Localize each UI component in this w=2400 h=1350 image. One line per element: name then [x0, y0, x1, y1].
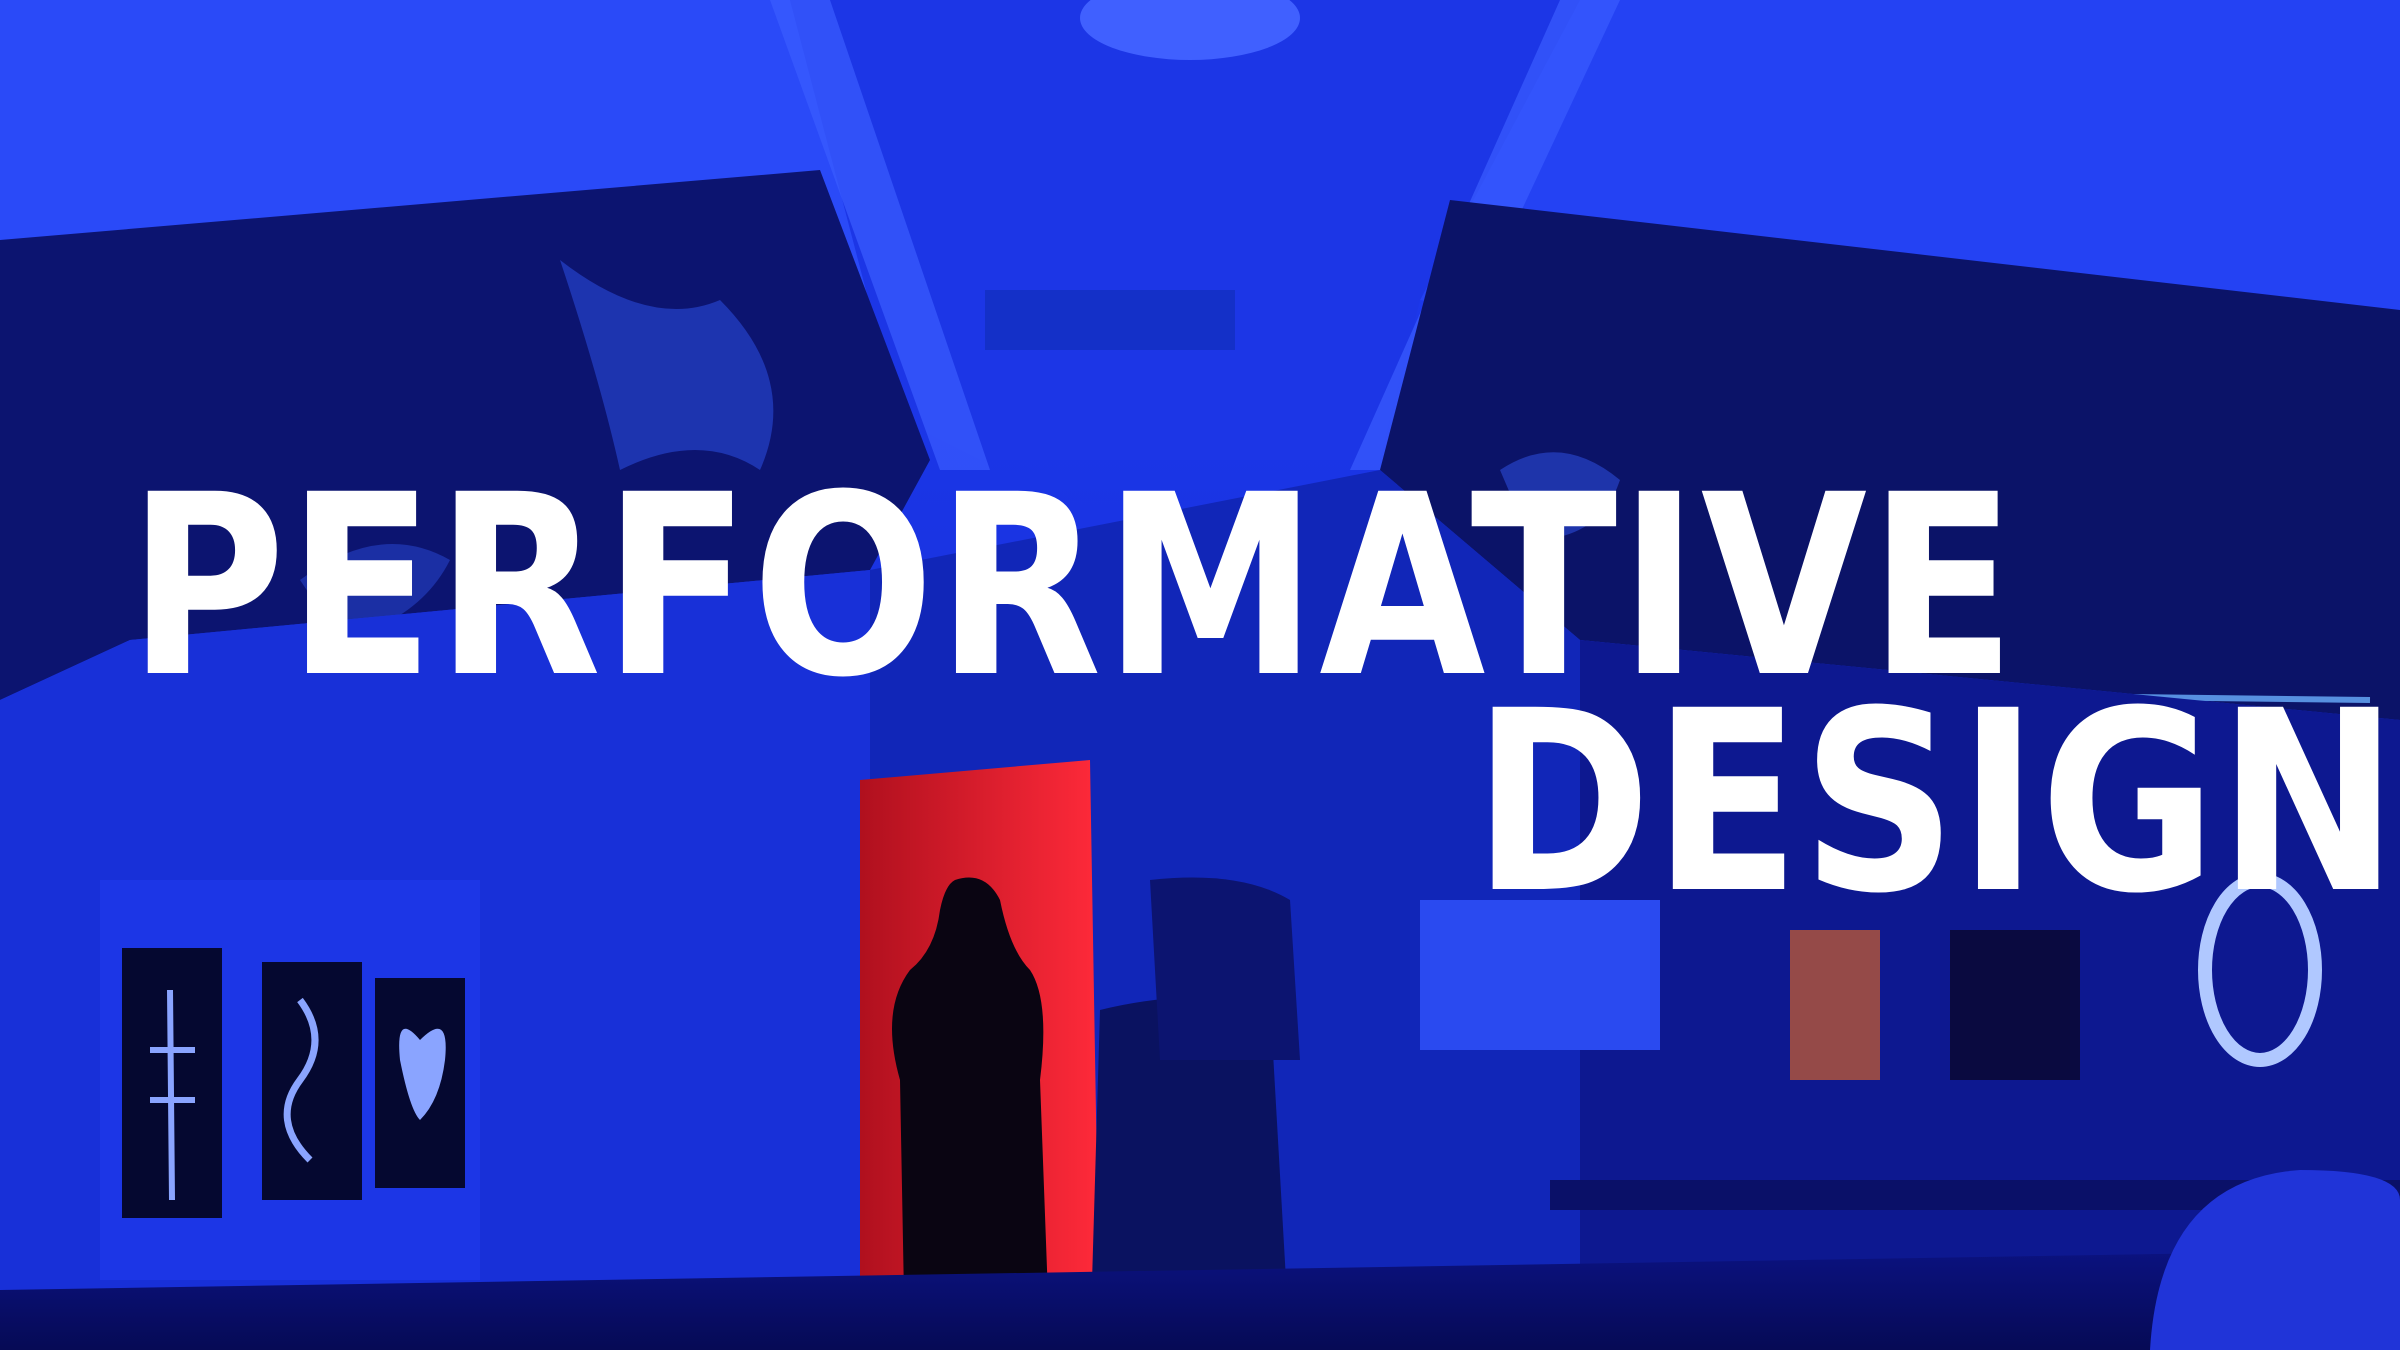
- print-snake: [262, 962, 362, 1200]
- monitor-screen-dark: [1950, 930, 2080, 1080]
- monitor-screen-warm: [1790, 930, 1880, 1080]
- ceiling-vent: [985, 290, 1235, 350]
- wall-poster: [1420, 900, 1660, 1050]
- attic-room-scene: [0, 0, 2400, 1350]
- chair-back: [1150, 877, 1300, 1060]
- background-photo: [0, 0, 2400, 1350]
